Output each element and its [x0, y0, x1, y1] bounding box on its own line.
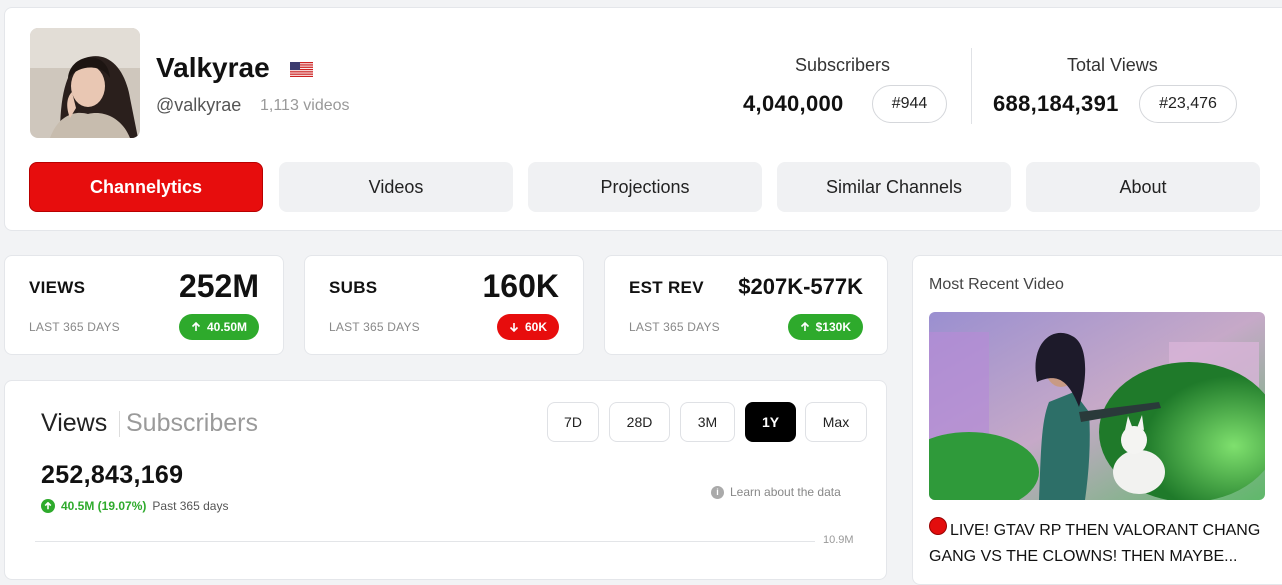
growth-chart-card: Views Subscribers 7D 28D 3M 1Y Max 252,8… [4, 380, 887, 580]
metric-change-badge: 60K [496, 314, 559, 340]
chart-y-tick-label: 10.9M [823, 534, 854, 546]
arrow-down-icon [509, 323, 519, 332]
subscribers-value: 4,040,000 [743, 91, 844, 116]
video-count: 1,113 videos [260, 97, 350, 114]
channel-handle[interactable]: @valkyrae [156, 95, 241, 116]
learn-about-data-label: Learn about the data [730, 485, 841, 499]
chart-tab-separator [119, 411, 120, 437]
metric-value: 160K [482, 268, 560, 304]
metric-change-badge: 40.50M [178, 314, 259, 340]
metric-value: $207K-577K [738, 274, 863, 299]
chart-growth-value: 40.5M (19.07%) [61, 499, 147, 513]
most-recent-video-card: Most Recent Video LIVE! GTAV RP THEN VAL… [912, 255, 1282, 585]
metric-change-value: 60K [524, 320, 547, 334]
range-7d-button[interactable]: 7D [547, 402, 599, 442]
arrow-up-icon [191, 322, 201, 331]
chart-tab-views[interactable]: Views [41, 409, 107, 438]
chart-growth-period: Past 365 days [152, 499, 229, 513]
subscribers-rank-badge[interactable]: #944 [872, 85, 947, 123]
metric-change-value: $130K [815, 320, 851, 334]
recent-video-title-text: LIVE! GTAV RP THEN VALORANT CHANG GANG V… [929, 522, 1261, 565]
channel-name: Valkyrae [156, 52, 270, 83]
metric-label: SUBS [329, 278, 378, 297]
range-1y-button[interactable]: 1Y [745, 402, 796, 442]
channel-avatar[interactable] [30, 28, 140, 138]
metric-change-value: 40.50M [206, 320, 247, 334]
range-max-button[interactable]: Max [805, 402, 867, 442]
metric-label: EST REV [629, 278, 704, 297]
total-views-value: 688,184,391 [993, 91, 1119, 116]
total-views-rank-badge[interactable]: #23,476 [1139, 85, 1237, 123]
subscribers-label: Subscribers [795, 55, 891, 75]
most-recent-video-heading: Most Recent Video [929, 276, 1064, 293]
views-metric-card: VIEWS 252M LAST 365 DAYS 40.50M [4, 255, 284, 355]
chart-tab-subscribers[interactable]: Subscribers [126, 409, 258, 438]
learn-about-data-link[interactable]: i Learn about the data [711, 485, 841, 499]
info-icon: i [711, 485, 724, 499]
total-views-label: Total Views [1067, 55, 1158, 75]
chart-gridline [35, 541, 815, 542]
recent-video-title[interactable]: LIVE! GTAV RP THEN VALORANT CHANG GANG V… [929, 514, 1269, 570]
metric-period: LAST 365 DAYS [629, 320, 720, 334]
live-dot-icon [929, 517, 947, 535]
est-rev-metric-card: EST REV $207K-577K LAST 365 DAYS $130K [604, 255, 888, 355]
metric-value: 252M [178, 268, 259, 304]
chart-total-value: 252,843,169 [41, 461, 184, 489]
chart-growth: 40.5M (19.07%) Past 365 days [41, 499, 228, 513]
range-3m-button[interactable]: 3M [680, 402, 735, 442]
metric-label: VIEWS [29, 278, 86, 297]
tab-videos[interactable]: Videos [279, 162, 513, 212]
arrow-up-circle-icon [41, 499, 55, 513]
channel-header-card: Valkyrae @valkyrae 1,113 videos Subscrib… [4, 7, 1282, 231]
us-flag-icon [290, 62, 313, 77]
video-thumbnail[interactable] [929, 312, 1265, 500]
stats-divider [971, 48, 972, 124]
arrow-up-icon [800, 322, 809, 331]
tab-similar-channels[interactable]: Similar Channels [777, 162, 1011, 212]
metric-period: LAST 365 DAYS [329, 320, 420, 334]
tab-projections[interactable]: Projections [528, 162, 762, 212]
metric-change-badge: $130K [787, 314, 863, 340]
tab-channelytics[interactable]: Channelytics [29, 162, 263, 212]
range-28d-button[interactable]: 28D [609, 402, 670, 442]
metric-period: LAST 365 DAYS [29, 320, 120, 334]
tab-about[interactable]: About [1026, 162, 1260, 212]
subs-metric-card: SUBS 160K LAST 365 DAYS 60K [304, 255, 584, 355]
